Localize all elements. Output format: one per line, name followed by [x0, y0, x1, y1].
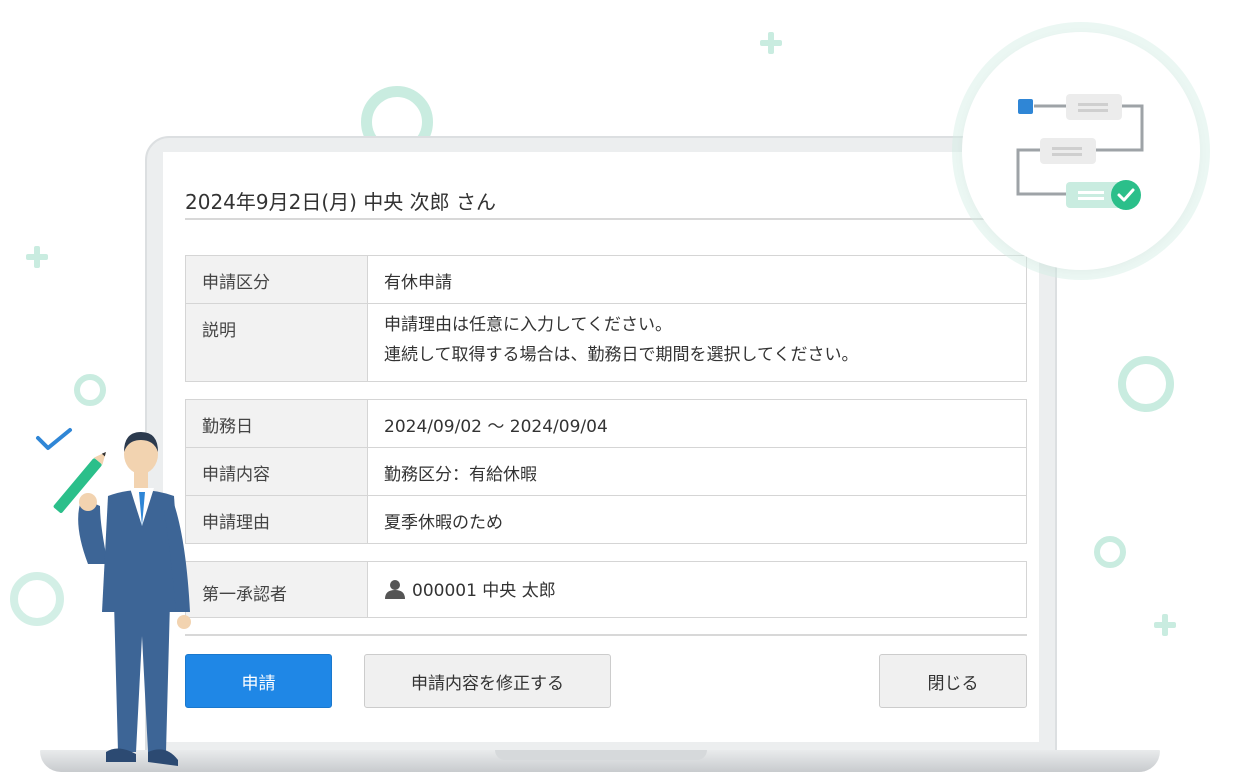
field-label: 申請区分	[185, 255, 368, 304]
decor-plus	[760, 32, 782, 54]
field-value: 勤務区分：有給休暇	[367, 447, 1027, 496]
workflow-bubble	[962, 32, 1200, 270]
description-line: 申請理由は任意に入力してください。	[384, 315, 672, 335]
decor-plus	[26, 246, 48, 268]
businessman-illustration	[36, 428, 191, 766]
request-detail-table: 勤務日 2024/09/02 ～ 2024/09/04 申請内容 勤務区分：有給…	[185, 399, 1027, 544]
decor-ring	[1094, 536, 1126, 568]
field-value: 夏季休暇のため	[367, 495, 1027, 544]
user-icon	[384, 579, 406, 604]
field-label: 第一承認者	[185, 561, 368, 618]
table-row: 申請理由 夏季休暇のため	[185, 495, 1027, 544]
approver-table: 第一承認者 000001 中央 太郎	[185, 561, 1027, 618]
field-label: 申請理由	[185, 495, 368, 544]
field-value: 有休申請	[367, 255, 1027, 304]
request-type-table: 申請区分 有休申請 説明 申請理由は任意に入力してください。 連続して取得する場…	[185, 255, 1027, 382]
check-icon	[36, 428, 72, 450]
table-row: 勤務日 2024/09/02 ～ 2024/09/04	[185, 399, 1027, 448]
workflow-flow-icon	[1016, 94, 1144, 210]
dialog-title: 2024年9月2日(月) 中央 次郎 さん	[185, 190, 497, 214]
table-row: 申請区分 有休申請	[185, 255, 1027, 304]
approver-value: 000001 中央 太郎	[367, 561, 1027, 618]
description-line: 連続して取得する場合は、勤務日で期間を選択してください。	[384, 345, 859, 365]
decor-plus	[1154, 614, 1176, 636]
table-row: 説明 申請理由は任意に入力してください。 連続して取得する場合は、勤務日で期間を…	[185, 303, 1027, 382]
title-divider	[185, 218, 1025, 220]
decor-ring	[74, 374, 106, 406]
laptop-notch	[495, 750, 707, 760]
field-label: 申請内容	[185, 447, 368, 496]
field-value: 申請理由は任意に入力してください。 連続して取得する場合は、勤務日で期間を選択し…	[367, 303, 1027, 382]
close-button[interactable]: 閉じる	[879, 654, 1027, 708]
footer-divider	[185, 634, 1027, 636]
table-row: 第一承認者 000001 中央 太郎	[185, 561, 1027, 618]
decor-ring	[1118, 356, 1174, 412]
application-dialog: 2024年9月2日(月) 中央 次郎 さん 申請区分 有休申請 説明 申請理由は…	[163, 152, 1039, 742]
submit-button[interactable]: 申請	[185, 654, 332, 708]
field-value: 2024/09/02 ～ 2024/09/04	[367, 399, 1027, 448]
approver-name: 000001 中央 太郎	[412, 581, 556, 601]
table-row: 申請内容 勤務区分：有給休暇	[185, 447, 1027, 496]
field-label: 説明	[185, 303, 368, 382]
edit-request-button[interactable]: 申請内容を修正する	[364, 654, 611, 708]
field-label: 勤務日	[185, 399, 368, 448]
